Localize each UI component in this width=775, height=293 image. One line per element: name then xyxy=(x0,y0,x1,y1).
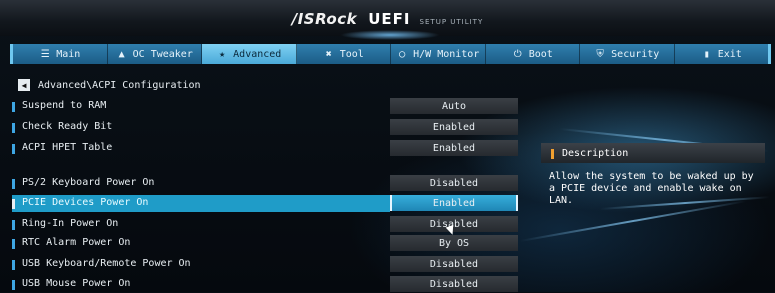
setting-label: PS/2 Keyboard Power On xyxy=(22,177,155,188)
star-icon: ★ xyxy=(219,48,226,60)
monitor-icon: ◯ xyxy=(399,48,406,60)
setting-value[interactable]: Disabled xyxy=(390,256,518,272)
tab-exit[interactable]: ▮ Exit xyxy=(675,44,769,64)
setting-label: ACPI HPET Table xyxy=(22,142,113,153)
list-icon: ☰ xyxy=(40,48,50,60)
tab-label: Main xyxy=(56,48,81,60)
header-glow xyxy=(340,30,440,40)
brand-name: /ISRock xyxy=(291,10,358,28)
tab-boot[interactable]: ⏻ Boot xyxy=(486,44,580,64)
setting-label: Suspend to RAM xyxy=(22,100,107,111)
setting-label: USB Keyboard/Remote Power On xyxy=(22,258,191,269)
tools-icon: ✖ xyxy=(325,48,332,60)
setting-value[interactable]: Enabled xyxy=(390,119,518,135)
uefi-logo: /ISRock UEFI SETUP UTILITY xyxy=(0,9,775,28)
setting-usb-keyboard-remote-power-on[interactable]: USB Keyboard/Remote Power On Disabled xyxy=(0,256,520,273)
row-marker xyxy=(12,239,15,249)
setting-rtc-alarm-power-on[interactable]: RTC Alarm Power On By OS xyxy=(0,235,520,252)
shield-icon: ⛨ xyxy=(596,48,604,60)
title-bar: /ISRock UEFI SETUP UTILITY xyxy=(0,0,775,40)
setting-value[interactable]: Enabled xyxy=(390,140,518,156)
setting-label: RTC Alarm Power On xyxy=(22,237,131,248)
tab-advanced[interactable]: ★ Advanced xyxy=(202,44,297,64)
setting-suspend-to-ram[interactable]: Suspend to RAM Auto xyxy=(0,98,520,115)
setting-ring-in-power-on[interactable]: Ring-In Power On Disabled xyxy=(0,216,520,233)
exit-icon: ▮ xyxy=(703,48,710,60)
setting-pcie-devices-power-on[interactable]: PCIE Devices Power On Enabled xyxy=(0,195,520,212)
setting-label: PCIE Devices Power On xyxy=(22,197,149,208)
row-marker xyxy=(12,220,15,230)
row-marker xyxy=(12,179,15,189)
tab-tool[interactable]: ✖ Tool xyxy=(297,44,391,64)
setting-acpi-hpet-table[interactable]: ACPI HPET Table Enabled xyxy=(0,140,520,157)
setting-label: USB Mouse Power On xyxy=(22,278,131,289)
tab-hw-monitor[interactable]: ◯ H/W Monitor xyxy=(391,44,486,64)
description-text: Allow the system to be waked up by a PCI… xyxy=(549,171,754,206)
product-subtitle: SETUP UTILITY xyxy=(419,18,484,26)
tab-bar: ☰ Main ▲ OC Tweaker ★ Advanced ✖ Tool ◯ … xyxy=(10,44,771,64)
setting-value[interactable]: Disabled xyxy=(390,175,518,191)
tab-label: Exit xyxy=(717,48,742,60)
tab-label: Boot xyxy=(528,48,553,60)
description-title: Description xyxy=(562,148,629,159)
row-marker xyxy=(12,123,15,133)
back-arrow-icon[interactable]: ◀ xyxy=(18,79,30,91)
tab-label: OC Tweaker xyxy=(132,48,193,60)
row-marker xyxy=(12,280,15,290)
setting-usb-mouse-power-on[interactable]: USB Mouse Power On Disabled xyxy=(0,276,520,293)
setting-ps2-keyboard-power-on[interactable]: PS/2 Keyboard Power On Disabled xyxy=(0,175,520,192)
breadcrumb-path: Advanced\ACPI Configuration xyxy=(38,79,201,91)
tab-label: Security xyxy=(611,48,660,60)
setting-value[interactable]: Disabled xyxy=(390,276,518,292)
description-marker xyxy=(551,149,554,159)
row-marker xyxy=(12,260,15,270)
setting-check-ready-bit[interactable]: Check Ready Bit Enabled xyxy=(0,119,520,136)
tab-label: H/W Monitor xyxy=(413,48,480,60)
breadcrumb: ◀ Advanced\ACPI Configuration xyxy=(18,79,201,91)
row-marker xyxy=(12,199,15,209)
setting-label: Check Ready Bit xyxy=(22,121,113,132)
row-marker xyxy=(12,102,15,112)
tab-label: Advanced xyxy=(233,48,282,60)
setting-label: Ring-In Power On xyxy=(22,218,119,229)
setting-value[interactable]: By OS xyxy=(390,235,518,251)
tab-label: Tool xyxy=(339,48,364,60)
tab-main[interactable]: ☰ Main xyxy=(13,44,108,64)
product-name: UEFI xyxy=(368,10,411,28)
row-marker xyxy=(12,144,15,154)
setting-value[interactable]: Enabled xyxy=(390,195,518,211)
description-header: Description xyxy=(541,143,765,163)
power-icon: ⏻ xyxy=(513,48,522,60)
rocket-icon: ▲ xyxy=(118,48,125,60)
tab-oc-tweaker[interactable]: ▲ OC Tweaker xyxy=(108,44,202,64)
setting-value[interactable]: Auto xyxy=(390,98,518,114)
tab-security[interactable]: ⛨ Security xyxy=(580,44,675,64)
